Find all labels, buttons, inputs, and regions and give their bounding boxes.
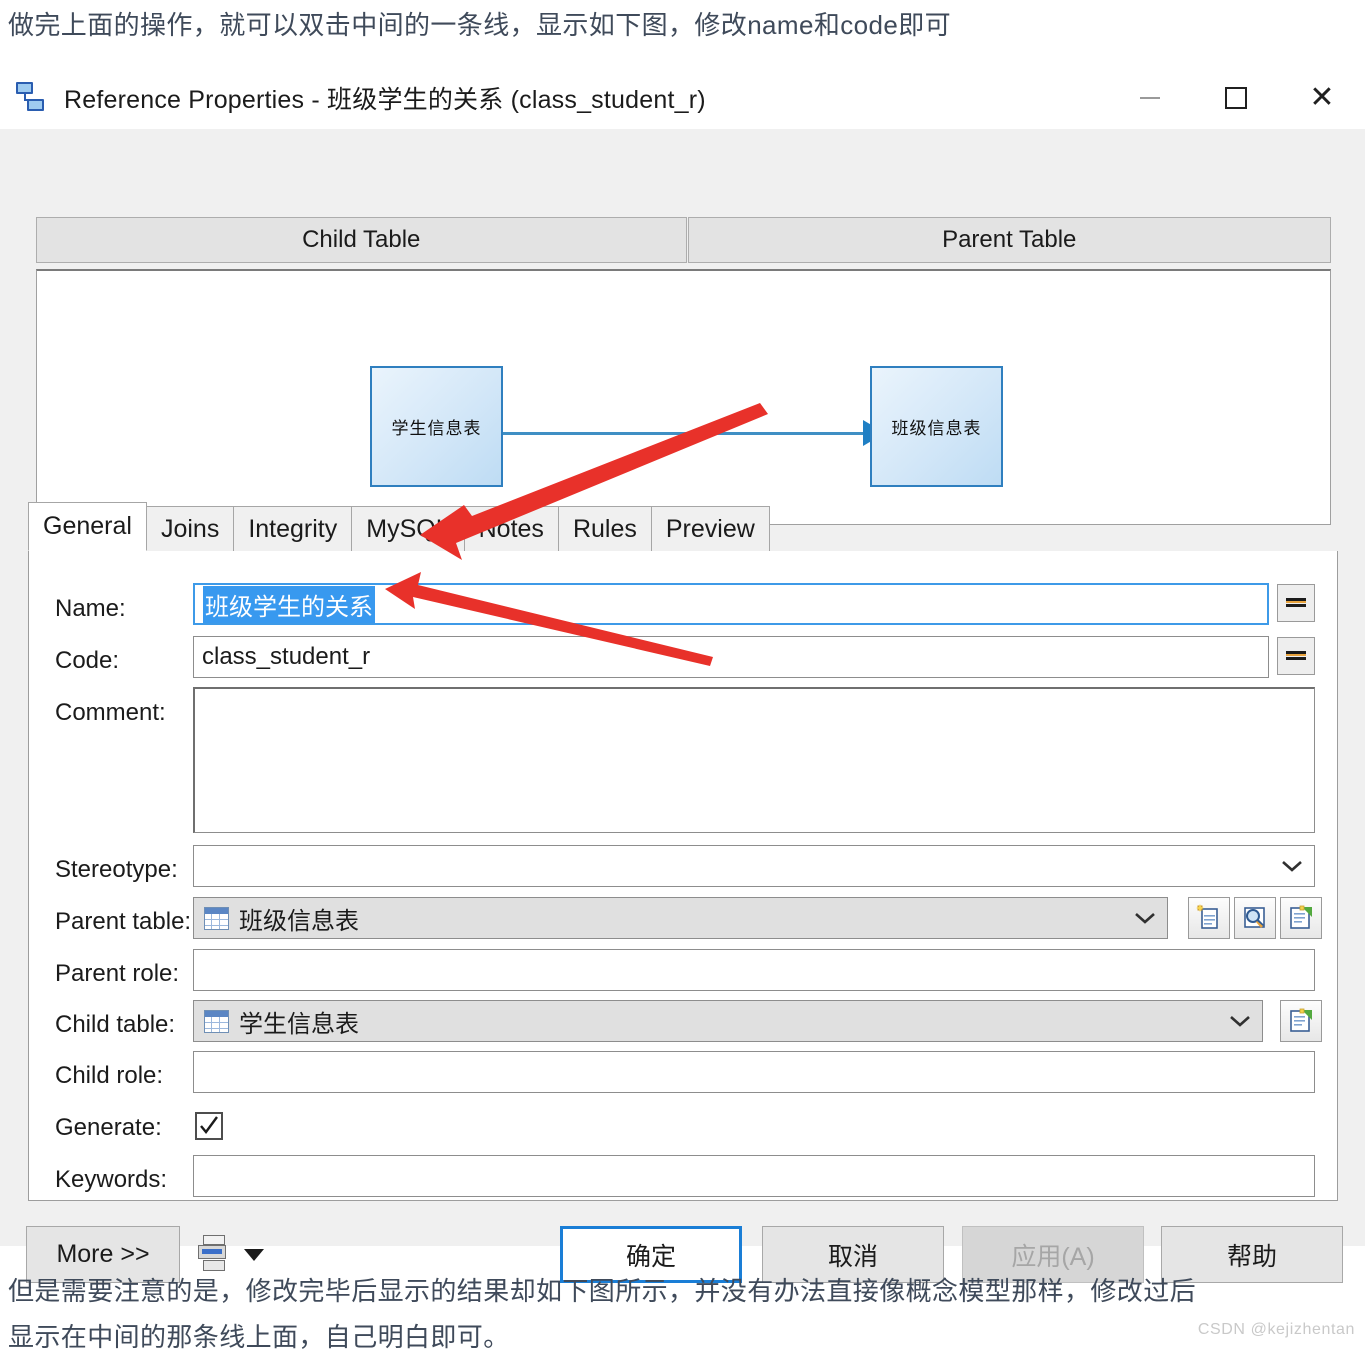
- child-entity-box[interactable]: 学生信息表: [370, 366, 503, 487]
- general-tab-panel: Name: 班级学生的关系 Code: class_student_r Comm…: [28, 551, 1338, 1201]
- name-equals-button[interactable]: [1277, 584, 1315, 622]
- child-table-select[interactable]: 学生信息表: [193, 1000, 1263, 1042]
- table-icon: [204, 1009, 229, 1033]
- name-input-value: 班级学生的关系: [203, 585, 375, 623]
- child-table-label: Child table:: [55, 1011, 176, 1038]
- equals-icon: [1286, 596, 1306, 610]
- equals-icon: [1286, 649, 1306, 663]
- browse-object-button[interactable]: [1234, 897, 1276, 939]
- article-caption-top: 做完上面的操作，就可以双击中间的一条线，显示如下图，修改name和code即可: [8, 10, 952, 40]
- parent-table-header: Parent Table: [687, 217, 1331, 263]
- parent-table-value: 班级信息表: [239, 907, 359, 935]
- check-icon: [200, 1116, 218, 1134]
- tab-joins[interactable]: Joins: [145, 506, 235, 551]
- child-table-properties-button[interactable]: [1280, 1000, 1322, 1042]
- tab-integrity[interactable]: Integrity: [233, 506, 353, 551]
- tab-rules[interactable]: Rules: [557, 506, 652, 551]
- relationship-diagram-pane[interactable]: 学生信息表 班级信息表: [36, 269, 1331, 525]
- child-table-value: 学生信息表: [239, 1010, 359, 1038]
- comment-label: Comment:: [55, 699, 166, 726]
- table-headers: Child Table Parent Table: [36, 217, 1331, 263]
- child-entity-label: 学生信息表: [391, 419, 482, 438]
- close-icon: ✕: [1309, 80, 1335, 114]
- tab-notes[interactable]: Notes: [463, 506, 559, 551]
- chevron-down-icon: [1218, 1014, 1262, 1028]
- name-input[interactable]: 班级学生的关系: [193, 583, 1269, 625]
- name-label: Name:: [55, 595, 126, 622]
- code-input-value: class_student_r: [202, 643, 371, 670]
- object-properties-button[interactable]: [1280, 897, 1322, 939]
- chevron-down-icon: [1123, 911, 1167, 925]
- tab-preview[interactable]: Preview: [650, 506, 770, 551]
- window-title: Reference Properties - 班级学生的关系 (class_st…: [64, 85, 706, 114]
- code-input[interactable]: class_student_r: [193, 636, 1269, 678]
- tab-joins-label: Joins: [160, 514, 220, 543]
- tab-general[interactable]: General: [28, 502, 147, 551]
- parent-role-input[interactable]: [193, 949, 1315, 991]
- maximize-button[interactable]: [1193, 66, 1279, 129]
- child-role-label: Child role:: [55, 1062, 164, 1089]
- comment-textarea[interactable]: [193, 687, 1315, 833]
- stereotype-select[interactable]: [193, 845, 1315, 887]
- generate-checkbox[interactable]: [195, 1112, 223, 1140]
- tab-general-label: General: [43, 512, 132, 540]
- tab-mysql-label: MySQL: [366, 514, 450, 543]
- tab-notes-label: Notes: [478, 514, 544, 543]
- parent-entity-label: 班级信息表: [891, 419, 982, 438]
- parent-role-label: Parent role:: [55, 960, 180, 987]
- maximize-icon: [1225, 86, 1247, 109]
- stereotype-label: Stereotype:: [55, 856, 178, 883]
- minimize-icon: [1140, 96, 1160, 99]
- chevron-down-icon: [1270, 859, 1314, 873]
- csdn-watermark: CSDN @kejizhentan: [1197, 1321, 1355, 1338]
- parent-entity-box[interactable]: 班级信息表: [870, 366, 1003, 487]
- code-label: Code:: [55, 647, 120, 674]
- create-object-button[interactable]: [1188, 897, 1230, 939]
- article-caption-bottom: 但是需要注意的是，修改完毕后显示的结果却如下图所示，并没有办法直接像概念模型那样…: [8, 1276, 1197, 1352]
- reference-link-icon: [14, 81, 48, 115]
- parent-table-select[interactable]: 班级信息表: [193, 897, 1168, 939]
- code-equals-button[interactable]: [1277, 637, 1315, 675]
- minimize-button[interactable]: [1107, 66, 1193, 129]
- window-controls: ✕: [1107, 66, 1365, 129]
- table-icon: [204, 906, 229, 930]
- tab-preview-label: Preview: [665, 514, 755, 543]
- more-button-label: More >>: [56, 1240, 150, 1268]
- keywords-input[interactable]: [193, 1155, 1315, 1197]
- tab-mysql[interactable]: MySQL: [351, 506, 465, 551]
- relationship-line: [503, 432, 875, 435]
- keywords-label: Keywords:: [55, 1166, 168, 1193]
- child-table-header: Child Table: [36, 217, 687, 263]
- parent-table-label: Parent table:: [55, 908, 192, 935]
- tab-integrity-label: Integrity: [248, 514, 338, 543]
- tab-rules-label: Rules: [572, 514, 637, 543]
- dialog-client-area: Child Table Parent Table 学生信息表 班级信息表 Gen…: [0, 129, 1365, 1283]
- child-role-input[interactable]: [193, 1051, 1315, 1093]
- print-dropdown-caret-down-icon[interactable]: [244, 1249, 264, 1261]
- property-tabs: General Joins Integrity MySQL Notes Rule…: [28, 502, 1338, 552]
- window-titlebar: Reference Properties - 班级学生的关系 (class_st…: [0, 66, 1365, 129]
- reference-properties-dialog: Reference Properties - 班级学生的关系 (class_st…: [0, 66, 1365, 1283]
- close-button[interactable]: ✕: [1279, 66, 1365, 129]
- generate-label: Generate:: [55, 1114, 162, 1141]
